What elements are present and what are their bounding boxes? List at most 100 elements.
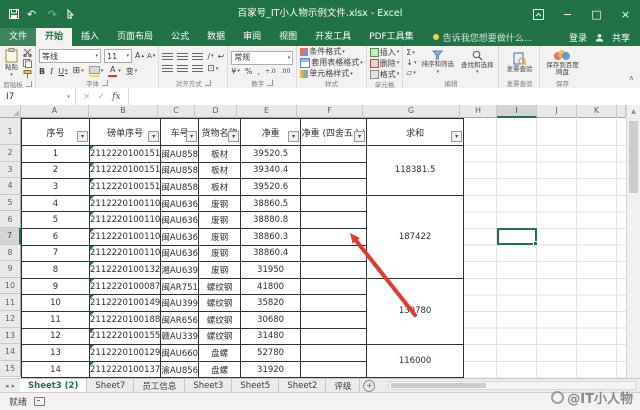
- cell-G-sum[interactable]: 187422: [367, 195, 464, 278]
- collapse-ribbon-icon[interactable]: ∧: [629, 74, 634, 82]
- sheet-nav-left-icon[interactable]: ◂: [5, 382, 9, 390]
- cell-G-sum[interactable]: 139780: [367, 278, 464, 344]
- cell-A9[interactable]: 8: [22, 262, 90, 279]
- cell-F5[interactable]: [301, 195, 367, 212]
- font-dialog-launcher-icon[interactable]: [102, 80, 108, 86]
- sheet-tab-sheet3[interactable]: Sheet3: [185, 379, 232, 392]
- cell-F10[interactable]: [301, 278, 367, 295]
- italic-button[interactable]: I: [50, 68, 53, 76]
- cell-C5[interactable]: 闽AU636: [161, 195, 199, 212]
- column-letter-C[interactable]: C: [158, 105, 195, 118]
- cell-C9[interactable]: 湘AU639: [161, 262, 199, 279]
- wrap-text-button[interactable]: ↩: [218, 53, 225, 61]
- number-format-select[interactable]: 常规▾: [231, 51, 293, 65]
- font-color-button[interactable]: A▾: [108, 66, 121, 77]
- cell-B12[interactable]: 2112220100188: [90, 311, 161, 328]
- cell-A15[interactable]: 14: [22, 361, 90, 378]
- filter-dropdown-icon[interactable]: ▾: [186, 131, 197, 142]
- cell-B11[interactable]: 2112220100149: [90, 295, 161, 312]
- sign-in-button[interactable]: 登录: [569, 31, 587, 44]
- tab-review[interactable]: 审阅: [234, 28, 270, 46]
- cancel-icon[interactable]: ×: [83, 92, 91, 102]
- filter-dropdown-icon[interactable]: ▾: [354, 131, 365, 142]
- percent-style-button[interactable]: %: [245, 68, 253, 76]
- column-letter-K[interactable]: K: [577, 105, 617, 118]
- undo-button[interactable]: ↶▾: [27, 9, 40, 20]
- cell-E11[interactable]: 35820: [241, 295, 301, 312]
- row-number-4[interactable]: 4: [0, 178, 21, 195]
- selected-cell-I7[interactable]: [497, 228, 537, 245]
- cell-C3[interactable]: 闽AU858: [161, 162, 199, 179]
- sheet-nav-arrows[interactable]: ◂▸: [0, 379, 20, 392]
- cell-E10[interactable]: 41800: [241, 278, 301, 295]
- sort-filter-button[interactable]: 排序和筛选 ▾: [419, 50, 456, 75]
- merge-center-button[interactable]: ⊡▾: [207, 65, 218, 74]
- sheet-tab-yuangongxinxi[interactable]: 员工信息: [134, 379, 185, 392]
- cell-A14[interactable]: 13: [22, 345, 90, 362]
- cell-E13[interactable]: 31480: [241, 328, 301, 345]
- shrink-font-button[interactable]: A▾: [147, 53, 155, 60]
- tab-home[interactable]: 开始: [36, 28, 72, 46]
- cell-B13[interactable]: 2112220100155: [90, 328, 161, 345]
- column-letter-J[interactable]: J: [537, 105, 577, 118]
- column-letter-I[interactable]: I: [497, 105, 537, 118]
- filter-dropdown-icon[interactable]: ▾: [148, 131, 159, 142]
- cell-C2[interactable]: 闽AU858: [161, 146, 199, 163]
- scroll-up-icon[interactable]: ▲: [627, 105, 640, 119]
- cell-B2[interactable]: 2112220100151: [90, 146, 161, 163]
- cell-D11[interactable]: 螺纹钢: [199, 295, 241, 312]
- cell-C7[interactable]: 闽AU636: [161, 228, 199, 245]
- align-top-icon[interactable]: [162, 53, 173, 61]
- accessibility-icon[interactable]: [34, 397, 45, 406]
- row-number-5[interactable]: 5: [0, 195, 21, 212]
- cell-D10[interactable]: 螺纹钢: [199, 278, 241, 295]
- cell-A13[interactable]: 12: [22, 328, 90, 345]
- tab-page-layout[interactable]: 页面布局: [108, 28, 162, 46]
- cell-F14[interactable]: [301, 345, 367, 362]
- cell-C14[interactable]: 闽AU660: [161, 345, 199, 362]
- invoice-check-button[interactable]: 发票查验: [502, 52, 536, 73]
- cell-F9[interactable]: [301, 262, 367, 279]
- cell-B7[interactable]: 2112220100110: [90, 228, 161, 245]
- minimize-button[interactable]: −: [553, 0, 582, 28]
- cell-D15[interactable]: 盘螺: [199, 361, 241, 378]
- insert-function-icon[interactable]: fx: [112, 92, 120, 102]
- cell-E14[interactable]: 52780: [241, 345, 301, 362]
- cell-G-sum[interactable]: 118381.5: [367, 146, 464, 196]
- fill-color-button[interactable]: ▾: [89, 66, 104, 77]
- align-left-icon[interactable]: [162, 65, 173, 73]
- row-number-8[interactable]: 8: [0, 245, 21, 262]
- filter-dropdown-icon[interactable]: ▾: [288, 131, 299, 142]
- tell-me-box[interactable]: 告诉我您想要做什么...: [433, 28, 533, 46]
- row-number-3[interactable]: 3: [0, 162, 21, 179]
- increase-decimal-button[interactable]: +.0: [265, 69, 276, 75]
- format-cells-button[interactable]: 格式▾: [370, 70, 400, 79]
- cell-C12[interactable]: 闽AR656: [161, 311, 199, 328]
- new-sheet-button[interactable]: +: [360, 379, 378, 392]
- vertical-scroll-thumb[interactable]: [629, 121, 638, 193]
- touch-mode-button[interactable]: ▾: [65, 9, 78, 19]
- cell-E8[interactable]: 38860.4: [241, 245, 301, 262]
- row-number-10[interactable]: 10: [0, 278, 21, 295]
- column-letter-B[interactable]: B: [89, 105, 158, 118]
- column-letter-partial[interactable]: [617, 105, 626, 118]
- cell-D5[interactable]: 废钢: [199, 195, 241, 212]
- cell-F6[interactable]: [301, 212, 367, 229]
- row-number-7[interactable]: 7: [0, 228, 21, 245]
- cell-G-sum[interactable]: 116000: [367, 345, 464, 378]
- cell-D6[interactable]: 废钢: [199, 212, 241, 229]
- cell-E9[interactable]: 31950: [241, 262, 301, 279]
- clipboard-dialog-launcher-icon[interactable]: [26, 81, 32, 87]
- font-size-select[interactable]: 11▾: [104, 49, 132, 63]
- cell-B3[interactable]: 2112220100151: [90, 162, 161, 179]
- touch-mode-caret-icon[interactable]: ▾: [75, 12, 78, 17]
- find-select-button[interactable]: 查找和选择 ▾: [459, 50, 496, 76]
- filter-dropdown-icon[interactable]: ▾: [228, 131, 239, 142]
- tab-view[interactable]: 视图: [270, 28, 306, 46]
- cell-A4[interactable]: 3: [22, 179, 90, 196]
- column-letter-D[interactable]: D: [195, 105, 237, 118]
- cell-C10[interactable]: 闽AR751: [161, 278, 199, 295]
- bold-button[interactable]: B: [39, 68, 45, 76]
- vertical-scrollbar[interactable]: ▲: [626, 105, 640, 378]
- select-all-corner[interactable]: [0, 105, 21, 117]
